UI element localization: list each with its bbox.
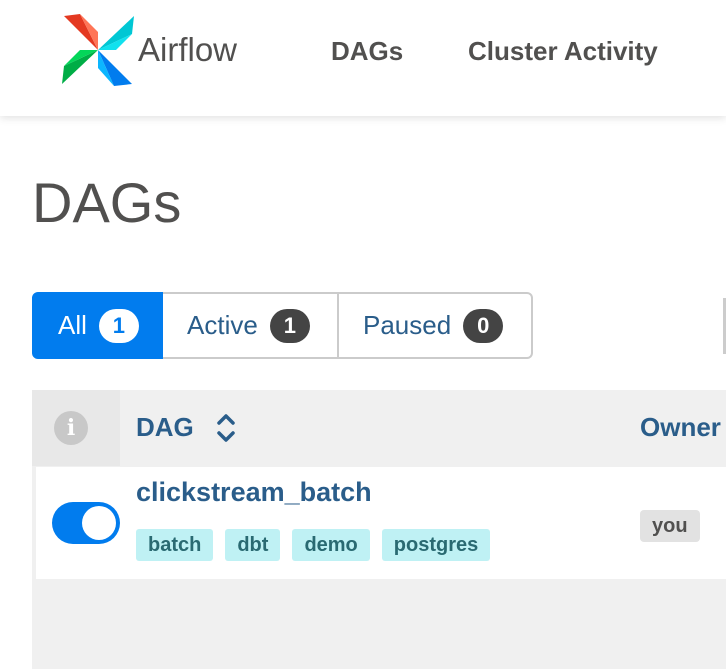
airflow-pinwheel-icon	[62, 14, 134, 86]
tag-batch[interactable]: batch	[136, 529, 214, 561]
filter-active-count: 1	[269, 308, 310, 343]
tag-demo[interactable]: demo	[292, 529, 370, 561]
owner-badge[interactable]: you	[640, 510, 700, 542]
brand-name: Airflow	[138, 31, 238, 68]
info-icon[interactable]: i	[54, 411, 88, 445]
info-header-cell: i	[32, 390, 120, 466]
tag-postgres[interactable]: postgres	[381, 529, 491, 561]
filter-paused-label: Paused	[363, 310, 452, 340]
dag-id-link[interactable]: clickstream_batch	[136, 477, 372, 508]
table-row: clickstream_batch batch dbt demo postgre…	[36, 467, 726, 579]
tag-dbt[interactable]: dbt	[225, 529, 281, 561]
toggle-knob	[82, 506, 116, 540]
dag-tags: batch dbt demo postgres	[136, 529, 502, 561]
nav-dags-link[interactable]: DAGs	[331, 36, 403, 67]
filter-all-button[interactable]: All 1	[32, 292, 163, 359]
brand-home-link[interactable]: Airflow	[60, 12, 237, 88]
sort-icon[interactable]	[214, 410, 238, 446]
dag-pause-toggle[interactable]	[52, 502, 120, 544]
dag-column-header[interactable]: DAG	[136, 412, 194, 443]
filter-paused-count: 0	[463, 308, 504, 343]
status-filter-group: All 1 Active 1 Paused 0	[32, 292, 533, 359]
top-navbar: Airflow DAGs Cluster Activity	[0, 0, 726, 116]
page-title: DAGs	[32, 171, 182, 234]
filter-active-label: Active	[187, 310, 258, 340]
filter-active-button[interactable]: Active 1	[163, 292, 339, 359]
filter-all-count: 1	[98, 308, 139, 343]
nav-cluster-activity-link[interactable]: Cluster Activity	[468, 36, 658, 67]
table-header: i DAG Owner	[32, 390, 726, 466]
filter-paused-button[interactable]: Paused 0	[339, 292, 533, 359]
filter-all-label: All	[58, 310, 87, 340]
owner-column-header[interactable]: Owner	[640, 412, 721, 443]
dags-table: i DAG Owner clickstream_batch batch dbt …	[32, 390, 726, 669]
